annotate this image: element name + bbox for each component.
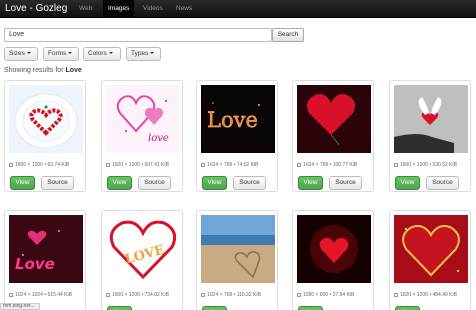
search-input[interactable]: Love [4, 28, 272, 42]
result-thumbnail[interactable]: love [106, 85, 180, 153]
image-meta: 1600 × 1200 • 530.52 KiB [394, 162, 457, 168]
image-meta-text: 1024 × 768 • 100.77 KiB [303, 162, 358, 168]
view-button[interactable]: View [395, 176, 420, 190]
image-meta-text: 1280 × 800 • 27.94 KiB [303, 292, 355, 298]
image-meta-text: 1600 × 1200 • 63.74 KiB [15, 162, 70, 168]
image-meta-text: 1024 × 768 • 110.32 KiB [207, 292, 261, 298]
results-prefix: Showing results for [4, 67, 66, 74]
svg-text:love: love [148, 133, 169, 144]
result-card: 1024 × 768 • 110.32 KiB View [196, 210, 278, 310]
image-meta-text: 1920 × 1200 • 484.40 KiB [400, 292, 457, 298]
image-meta-text: 1024 × 768 • 74.02 KiB [207, 162, 259, 168]
nav-videos[interactable]: Videos [143, 5, 163, 12]
result-thumbnail[interactable] [394, 215, 468, 283]
result-thumbnail[interactable] [201, 215, 275, 283]
svg-text:Love: Love [207, 108, 258, 132]
filter-colors[interactable]: Colors [83, 47, 121, 61]
chevron-down-icon [108, 52, 113, 55]
result-card: love 1920 × 1200 • 607.41 KiB View Sourc… [101, 80, 183, 192]
results-query: Love [65, 67, 82, 74]
image-meta: 1024 × 1024 • 615.44 KiB [9, 292, 72, 298]
file-icon [106, 292, 110, 297]
result-card: 1600 × 1200 • 530.52 KiB View Source [389, 80, 471, 192]
svg-text:Love: Love [15, 255, 55, 273]
filter-types[interactable]: Types [126, 47, 161, 61]
image-meta: 1024 × 768 • 100.77 KiB [297, 162, 357, 168]
source-button[interactable]: Source [426, 176, 459, 190]
source-button[interactable]: Source [329, 176, 362, 190]
chevron-down-icon [68, 52, 73, 55]
result-card: 1280 × 800 • 27.94 KiB View [292, 210, 374, 310]
view-button[interactable]: View [202, 176, 227, 190]
filter-types-label: Types [131, 50, 149, 57]
filter-sizes[interactable]: Sizes [4, 47, 38, 61]
chevron-down-icon [150, 52, 155, 55]
file-icon [201, 162, 205, 167]
image-meta: 1024 × 768 • 110.32 KiB [201, 292, 261, 298]
image-meta: 1280 × 800 • 27.94 KiB [297, 292, 354, 298]
view-button[interactable]: View [107, 306, 132, 310]
result-thumbnail[interactable] [297, 85, 371, 153]
file-icon [394, 292, 398, 297]
top-navbar: Love - Gozleg Web Images Videos News [0, 0, 476, 18]
result-thumbnail[interactable] [394, 85, 468, 153]
file-icon [201, 292, 205, 297]
file-icon [9, 292, 13, 297]
result-card: Love 1024 × 768 • 74.02 KiB View Source [196, 80, 278, 192]
results-summary: Showing results for Love [4, 67, 82, 74]
brand-title[interactable]: Love - Gozleg [5, 3, 67, 14]
file-icon [297, 292, 301, 297]
chevron-down-icon [26, 52, 31, 55]
nav-images[interactable]: Images [103, 0, 135, 18]
file-icon [9, 162, 13, 167]
view-button[interactable]: View [10, 176, 35, 190]
search-button[interactable]: Search [272, 28, 304, 42]
image-meta-text: 1024 × 1024 • 615.44 KiB [15, 292, 72, 298]
file-icon [297, 162, 301, 167]
source-button[interactable]: Source [233, 176, 266, 190]
result-card: 1920 × 1200 • 484.40 KiB View [389, 210, 471, 310]
nav-web[interactable]: Web [79, 5, 92, 12]
nav-news[interactable]: News [176, 5, 192, 12]
result-card: Love 1024 × 1024 • 615.44 KiB View [4, 210, 86, 310]
result-thumbnail[interactable]: LOVE [106, 215, 180, 283]
browser-status-bar: mm.bing.net... [0, 303, 40, 310]
result-thumbnail[interactable] [9, 85, 83, 153]
image-meta-text: 1600 × 1200 • 530.52 KiB [400, 162, 457, 168]
file-icon [106, 162, 110, 167]
result-card: 1024 × 768 • 100.77 KiB View Source [292, 80, 374, 192]
result-thumbnail[interactable]: Love [9, 215, 83, 283]
source-button[interactable]: Source [41, 176, 74, 190]
result-card: LOVE 1600 × 1200 • 734.02 KiB View [101, 210, 183, 310]
image-meta: 1920 × 1200 • 484.40 KiB [394, 292, 457, 298]
filter-sizes-label: Sizes [9, 50, 25, 57]
image-meta: 1600 × 1200 • 63.74 KiB [9, 162, 69, 168]
source-button[interactable]: Source [138, 176, 171, 190]
result-thumbnail[interactable]: Love [201, 85, 275, 153]
view-button[interactable]: View [298, 176, 323, 190]
view-button[interactable]: View [202, 306, 227, 310]
image-meta: 1920 × 1200 • 607.41 KiB [106, 162, 169, 168]
image-meta: 1600 × 1200 • 734.02 KiB [106, 292, 169, 298]
result-card: 1600 × 1200 • 63.74 KiB View Source [4, 80, 86, 192]
filter-forms-label: Forms [48, 50, 67, 57]
filter-forms[interactable]: Forms [43, 47, 79, 61]
image-meta: 1024 × 768 • 74.02 KiB [201, 162, 258, 168]
image-meta-text: 1920 × 1200 • 607.41 KiB [112, 162, 169, 168]
view-button[interactable]: View [395, 306, 420, 310]
result-thumbnail[interactable] [297, 215, 371, 283]
image-meta-text: 1600 × 1200 • 734.02 KiB [112, 292, 169, 298]
view-button[interactable]: View [298, 306, 323, 310]
filter-colors-label: Colors [88, 50, 107, 57]
view-button[interactable]: View [107, 176, 132, 190]
file-icon [394, 162, 398, 167]
